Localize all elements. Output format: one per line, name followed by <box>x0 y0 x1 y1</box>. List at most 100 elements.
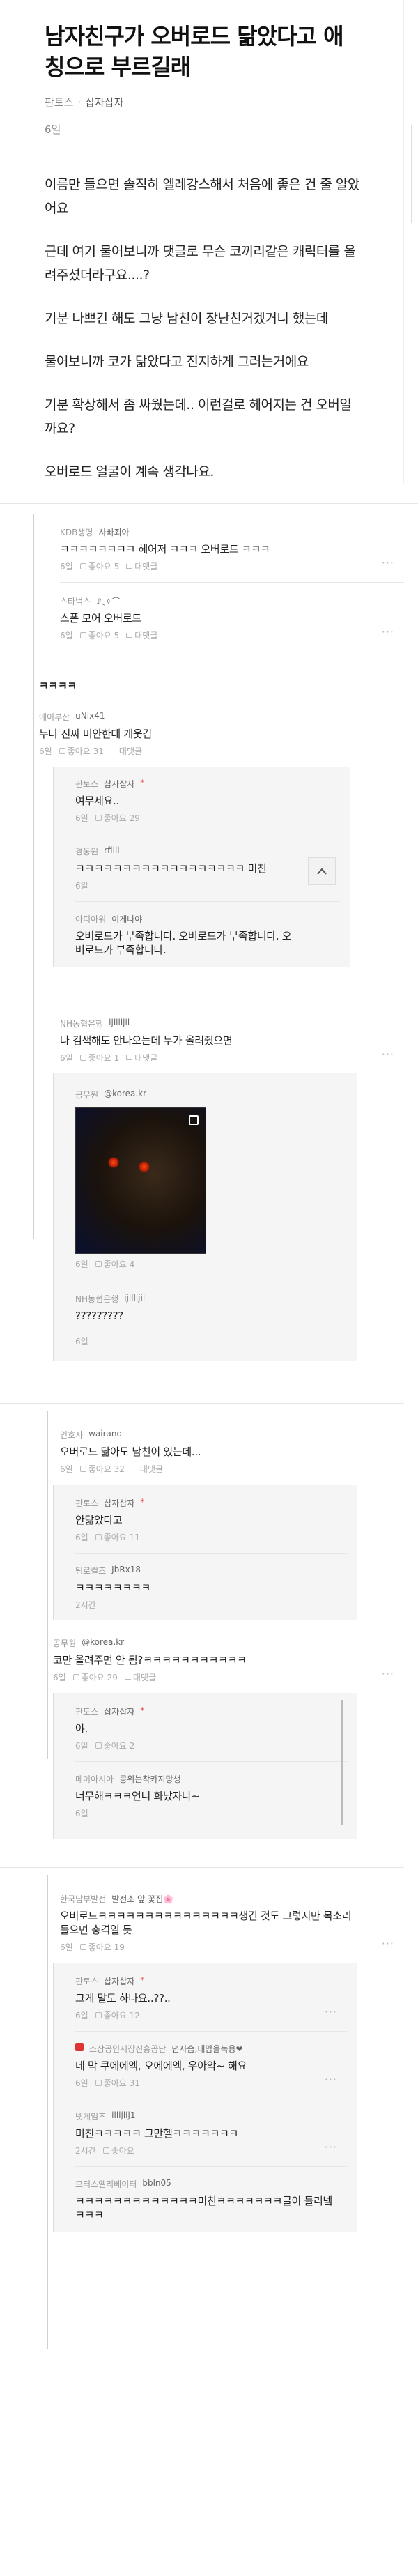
comment-user: bbln05 <box>142 2178 171 2188</box>
more-options-icon[interactable]: ··· <box>382 1048 394 1061</box>
comment-author[interactable]: 에이부산 uNix41 <box>39 711 404 723</box>
comment-org: 에이부산 <box>39 712 70 722</box>
comment-user: 이게나야 <box>111 914 143 924</box>
reply-thread: 판토스 삽자삽자 * 야. 6일 좋아요 2 메이아시아 콩위는착카지망생 너무해ㅋㅋ… <box>53 1693 357 1839</box>
comment-author[interactable]: 경동원 rfilli <box>75 845 340 857</box>
post-company[interactable]: 판토스 <box>45 95 73 109</box>
comment-meta: 6일 <box>75 880 340 891</box>
comment-author[interactable]: KDB생명 사빠죄아 <box>60 526 404 538</box>
like-count: 좋아요 29 <box>81 1673 118 1682</box>
comment-author[interactable]: 공무원 @korea.kr <box>75 1089 347 1101</box>
org-badge-icon <box>75 2043 84 2051</box>
like-button[interactable]: 좋아요 4 <box>95 1258 134 1270</box>
like-button[interactable]: 좋아요 <box>102 2145 134 2156</box>
like-button[interactable]: 좋아요 32 <box>79 1463 125 1475</box>
expand-icon[interactable] <box>189 1115 199 1125</box>
comment-author[interactable]: 공무원 @korea.kr <box>53 1637 404 1649</box>
reply-button[interactable]: 대댓글 <box>131 1463 164 1475</box>
comment-author[interactable]: 팀로컬즈 JbRx18 <box>75 1565 347 1577</box>
more-options-icon[interactable]: ··· <box>382 556 394 569</box>
comment-org: 공무원 <box>53 1639 77 1648</box>
comment-author[interactable]: 아디아워 이게나야 <box>75 913 340 925</box>
comment-date: 6일 <box>75 1809 88 1818</box>
comment-org: 판토스 <box>75 779 99 789</box>
like-button[interactable]: 좋아요 29 <box>95 812 140 824</box>
comment-author[interactable]: 판토스 삽자삽자 * <box>75 1705 347 1717</box>
post-author[interactable]: 삽자삽자 <box>85 95 123 109</box>
reply-button[interactable]: 대댓글 <box>124 1671 156 1683</box>
comment-text: ????????? <box>75 1310 123 1322</box>
thumb-up-icon <box>95 1742 102 1749</box>
like-button[interactable]: 좋아요 19 <box>79 1941 125 1953</box>
scroll-top-button[interactable] <box>308 857 336 885</box>
comment-date: 2시간 <box>75 1600 96 1610</box>
like-button[interactable]: 좋아요 12 <box>95 2009 140 2021</box>
post: 남자친구가 오버로드 닮았다고 애칭으로 부르길래 판토스 · 삽자삽자 6일 … <box>0 0 404 484</box>
comment-author[interactable]: 소상공인시장진흥공단 넌사슴,내맘을녹용❤ <box>75 2043 347 2055</box>
like-button[interactable]: 좋아요 29 <box>72 1671 118 1683</box>
comment-text: 오버로드ㅋㅋㅋㅋㅋㅋㅋㅋㅋㅋㅋㅋㅋㅋㅋ생긴 것도 그렇지만 목소리 들으면 충격… <box>60 1910 352 1936</box>
reply: 메이아시아 콩위는착카지망생 너무해ㅋㅋㅋ언니 화났자나~ 6일 <box>75 1762 347 1819</box>
like-button[interactable]: 좋아요 31 <box>59 745 104 757</box>
like-button[interactable]: 좋아요 5 <box>79 560 120 572</box>
scrollbar[interactable] <box>341 1700 343 1825</box>
like-button[interactable]: 좋아요 11 <box>95 1531 140 1543</box>
comment-org: 스타벅스 <box>60 597 91 606</box>
reply: 판토스 삽자삽자 * 여무세요.. 6일 좋아요 29 <box>75 769 340 824</box>
more-options-icon[interactable]: ··· <box>382 1937 394 1950</box>
reply-button[interactable]: 대댓글 <box>126 560 157 572</box>
like-button[interactable]: 좋아요 1 <box>79 1052 119 1064</box>
more-options-icon[interactable]: ··· <box>325 2005 337 2018</box>
reply: 넷게임즈 illijllj1 미친ㅋㅋㅋㅋㅋ 그만헬ㅋㅋㅋㅋㅋㅋㅋ 2시간 좋아요… <box>75 2099 347 2156</box>
comment-org: 판토스 <box>75 1707 99 1717</box>
side-scroll-track[interactable] <box>411 125 418 223</box>
comment-meta: 6일 좋아요 11 <box>75 1531 347 1543</box>
comment-author[interactable]: NH농협은행 ijlllijil <box>60 1018 404 1029</box>
comment-text: 스폰 모어 오버로드 <box>60 612 141 624</box>
comment-date: 6일 <box>60 562 73 572</box>
reply: 모터스엘리베이터 bbln05 ㅋㅋㅋㅋㅋㅋㅋㅋㅋㅋㅋㅋㅋ미친ㅋㅋㅋㅋㅋㅋㅋ글이 … <box>75 2167 347 2222</box>
comment-user: 콩위는착카지망생 <box>119 1774 181 1784</box>
like-button[interactable]: 좋아요 31 <box>95 2077 140 2089</box>
post-paragraph: 근데 여기 물어보니까 댓글로 무슨 코끼리같은 캐릭터를 올려주셨더라구요..… <box>45 244 356 283</box>
comment-date: 6일 <box>75 881 88 891</box>
comment-user: 삽자삽자 <box>104 779 135 789</box>
comment-author[interactable]: 넷게임즈 illijllj1 <box>75 2110 347 2122</box>
reply-button[interactable]: 대댓글 <box>126 1052 157 1064</box>
comment-date: 2시간 <box>75 2146 96 2156</box>
reply-label: 대댓글 <box>134 1053 158 1063</box>
comment-author[interactable]: 판토스 삽자삽자 * <box>75 778 340 790</box>
reply-button[interactable]: 대댓글 <box>126 629 157 641</box>
reply: 공무원 @korea.kr 6일 좋아요 4 <box>75 1080 347 1270</box>
comment-author[interactable]: 판토스 삽자삽자 * <box>75 1497 347 1509</box>
like-button[interactable]: 좋아요 2 <box>95 1740 134 1751</box>
comment-image[interactable] <box>75 1107 206 1254</box>
comment-meta: 6일 좋아요 29 <box>75 812 340 824</box>
reply: 판토스 삽자삽자 * 그게 말도 하나요..??.. 6일 좋아요 12 ··· <box>75 1967 347 2021</box>
reply-icon <box>126 564 133 569</box>
comment-author[interactable]: 모터스엘리베이터 bbln05 <box>75 2178 347 2190</box>
comment-user: 넌사슴,내맘을녹용❤ <box>171 2044 243 2054</box>
comment-author[interactable]: 메이아시아 콩위는착카지망생 <box>75 1773 347 1785</box>
post-paragraph: 기분 나쁘긴 해도 그냥 남친이 장난친거겠거니 했는데 <box>45 311 328 326</box>
more-options-icon[interactable]: ··· <box>382 1667 394 1680</box>
comment-meta: 6일 좋아요 32 대댓글 <box>60 1463 404 1475</box>
comment-author[interactable]: 인호사 wairano <box>60 1429 404 1441</box>
comment-author[interactable]: 한국남부발전 발전소 앞 꽃집🌸 <box>60 1893 404 1905</box>
comment-meta: 2시간 좋아요 <box>75 2145 347 2156</box>
comment-author[interactable]: NH농협은행 ijlllijil <box>75 1293 347 1305</box>
reply-button[interactable]: 대댓글 <box>110 745 142 757</box>
reply-label: 대댓글 <box>139 1464 164 1474</box>
reply-thread: 판토스 삽자삽자 * 안닮았다고 6일 좋아요 11 팀로컬즈 JbRx18 ㅋㅋㅋㅋ… <box>53 1485 357 1620</box>
more-options-icon[interactable]: ··· <box>382 625 394 638</box>
like-button[interactable]: 좋아요 5 <box>79 629 119 641</box>
comment-org: 판토스 <box>75 1498 99 1508</box>
like-count: 좋아요 5 <box>88 562 120 572</box>
comment-text: ㅋㅋㅋㅋㅋㅋㅋㅋㅋㅋㅋㅋㅋㅋㅋㅋㅋㅋ 미친 <box>75 862 267 875</box>
comment-text: 누나 진짜 미안한데 개웃김 <box>39 728 152 740</box>
more-options-icon[interactable]: ··· <box>325 2140 337 2154</box>
more-options-icon[interactable]: ··· <box>325 2073 337 2086</box>
post-paragraph: 오버로드 얼굴이 계속 생각나요. <box>45 464 214 480</box>
comment-author[interactable]: 스타벅스 ♪◟✧⌒ <box>60 595 404 607</box>
comment-author[interactable]: 판토스 삽자삽자 * <box>75 1975 347 1987</box>
